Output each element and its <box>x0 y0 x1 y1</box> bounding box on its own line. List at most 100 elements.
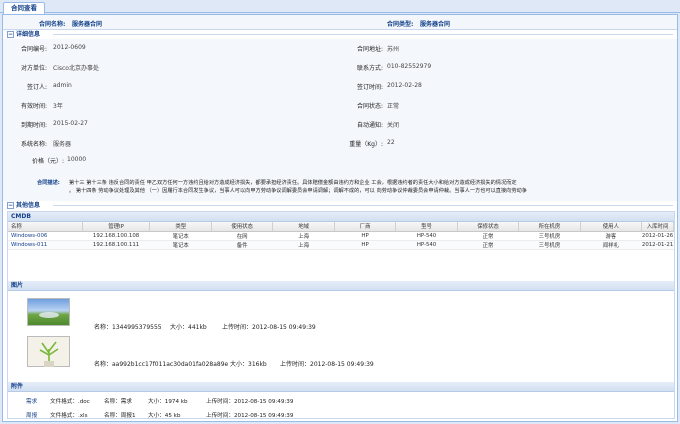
attachment-upload-time: 上传时间：2012-08-15 09:49:39 <box>206 399 294 405</box>
other-info-panel: CMDB 名称 管理IP 类型 使用状态 地域 厂商 型号 保修状态 所在机房 … <box>7 211 675 419</box>
field-value: 苏州 <box>387 46 400 53</box>
field-label: 合同状态: <box>356 103 383 110</box>
description-label: 合同描述: <box>37 180 60 186</box>
field-label: 签订人: <box>26 84 47 91</box>
column-header[interactable]: 所在机房 <box>518 222 581 232</box>
column-header[interactable]: 地域 <box>272 222 335 232</box>
attachment-format: 文件格式：.xls <box>50 413 88 419</box>
attachment-name: 名称：周报1 <box>104 413 136 419</box>
attachment-link[interactable]: 周报 <box>26 411 37 419</box>
table-header-row: 名称 管理IP 类型 使用状态 地域 厂商 型号 保修状态 所在机房 使用人 入… <box>8 222 674 232</box>
field-value: 正常 <box>387 103 400 110</box>
picture-upload-time: 上传时间：2012-08-15 09:49:39 <box>222 324 316 331</box>
plant-icon <box>39 341 59 367</box>
field-label: 重量（Kg）: <box>349 141 383 148</box>
contract-description: 合同描述: 第十三 第十三条 违反合同的责任 甲乙双方任何一方违约且给对方造成经… <box>3 175 677 201</box>
column-header[interactable]: 管理IP <box>82 222 151 232</box>
contract-header: 合同名称: 服务器合同 合同类型: 服务器合同 <box>3 15 677 30</box>
table-cell: 正常 <box>457 231 519 241</box>
contract-name-value: 服务器合同 <box>72 21 103 28</box>
field-label: 到期时间: <box>20 122 47 129</box>
attachment-name: 名称：需求 <box>104 399 132 405</box>
landscape-icon <box>39 312 59 318</box>
table-cell: HP-540 <box>395 240 458 250</box>
field-label: 联系方式: <box>356 65 383 72</box>
field-value: Cisco北京办事处 <box>53 65 99 72</box>
attachment-format: 文件格式：.doc <box>50 399 90 405</box>
table-cell: 游客 <box>580 231 642 241</box>
table-cell: 笔记本 <box>149 231 212 241</box>
field-label: 系统名称: <box>20 141 47 148</box>
other-section-header[interactable]: − 其他信息 <box>3 201 677 210</box>
column-header[interactable]: 厂商 <box>334 222 397 232</box>
table-cell: 笔记本 <box>149 240 212 250</box>
column-header[interactable]: 保修状态 <box>457 222 520 232</box>
field-value: 服务器 <box>53 141 72 148</box>
column-header[interactable]: 入库时间 <box>641 222 674 232</box>
table-cell: HP-540 <box>395 231 458 241</box>
tab-bar: 合同查看 <box>0 0 680 14</box>
attachment-upload-time: 上传时间：2012-08-15 09:49:39 <box>206 413 294 419</box>
field-value: 关闭 <box>387 122 400 129</box>
table-cell[interactable]: Windows-011 <box>8 240 83 250</box>
field-label: 价格（元）: <box>32 158 65 165</box>
field-label: 合同编号: <box>20 46 47 53</box>
field-value: 22 <box>387 139 395 146</box>
detail-fields: 合同编号: 2012-0609 对方单位: Cisco北京办事处 签订人: ad… <box>3 39 677 175</box>
table-cell[interactable]: Windows-006 <box>8 231 83 241</box>
picture-thumbnail[interactable] <box>27 336 70 367</box>
collapse-icon[interactable]: − <box>7 202 14 209</box>
field-value: 010-82552979 <box>387 63 432 70</box>
column-header[interactable]: 类型 <box>149 222 212 232</box>
picture-name: 名称：1344995379555 <box>94 324 162 331</box>
field-value: 2015-02-27 <box>53 120 88 127</box>
description-line: 。 第十四条 劳动争议处理及其他 （一）因履行本合同发生争议，当事人可以向甲方劳… <box>69 188 527 194</box>
field-value: 2012-02-28 <box>387 82 422 89</box>
field-label: 合同地址: <box>356 46 383 53</box>
table-cell: 在网 <box>211 231 273 241</box>
field-value: 2012-0609 <box>53 44 86 51</box>
table-cell: 192.168.100.111 <box>82 240 150 250</box>
field-value: 3年 <box>53 103 63 110</box>
contract-panel: 合同名称: 服务器合同 合同类型: 服务器合同 − 详细信息 合同编号: 201… <box>2 14 678 422</box>
table-row[interactable]: Windows-011 192.168.100.111 笔记本 备件 上海 HP… <box>8 240 674 250</box>
picture-size: 大小：316kb <box>230 361 267 368</box>
field-value: 10000 <box>67 156 87 163</box>
picture-size: 大小：441kb <box>170 324 207 331</box>
table-cell: 上海 <box>272 231 335 241</box>
collapse-icon[interactable]: − <box>7 31 14 38</box>
field-label: 签订时间: <box>356 84 383 91</box>
column-header[interactable]: 名称 <box>8 222 83 232</box>
table-cell: 三号机房 <box>518 240 581 250</box>
description-line: 第十三 第十三条 违反合同的责任 甲乙双方任何一方违约且给对方造成经济损失，都要… <box>69 180 517 186</box>
contract-type-value: 服务器合同 <box>420 21 451 28</box>
pictures-header: 图片 <box>8 281 674 291</box>
attachments-header: 附件 <box>8 382 674 392</box>
attachment-link[interactable]: 需求 <box>26 397 37 405</box>
attachment-size: 大小：45 kb <box>148 413 181 419</box>
column-header[interactable]: 使用状态 <box>211 222 274 232</box>
contract-type-label: 合同类型: <box>387 21 414 28</box>
table-cell: HP <box>334 240 396 250</box>
table-cell: 正常 <box>457 240 519 250</box>
contract-name-label: 合同名称: <box>39 21 66 28</box>
table-cell: 192.168.100.108 <box>82 231 150 241</box>
picture-name: 名称：aa992b1cc17f011ac30da01fa028a89e <box>94 361 229 368</box>
table-cell: HP <box>334 231 396 241</box>
table-row[interactable]: Windows-006 192.168.100.108 笔记本 在网 上海 HP… <box>8 231 674 241</box>
column-header[interactable]: 型号 <box>395 222 458 232</box>
attachment-size: 大小：1974 kb <box>148 399 188 405</box>
table-cell: 备件 <box>211 240 273 250</box>
tab-contract-view[interactable]: 合同查看 <box>3 2 45 14</box>
table-cell: 闻祥礼 <box>580 240 642 250</box>
picture-thumbnail[interactable] <box>27 298 70 326</box>
detail-section-header[interactable]: − 详细信息 <box>3 30 677 39</box>
other-section-title: 其他信息 <box>16 202 41 209</box>
table-cell: 三号机房 <box>518 231 581 241</box>
cmdb-header: CMDB <box>8 212 674 222</box>
cmdb-table: 名称 管理IP 类型 使用状态 地域 厂商 型号 保修状态 所在机房 使用人 入… <box>8 222 674 250</box>
field-label: 有效时间: <box>20 103 47 110</box>
table-cell: 上海 <box>272 240 335 250</box>
column-header[interactable]: 使用人 <box>580 222 643 232</box>
field-value: admin <box>53 82 72 89</box>
